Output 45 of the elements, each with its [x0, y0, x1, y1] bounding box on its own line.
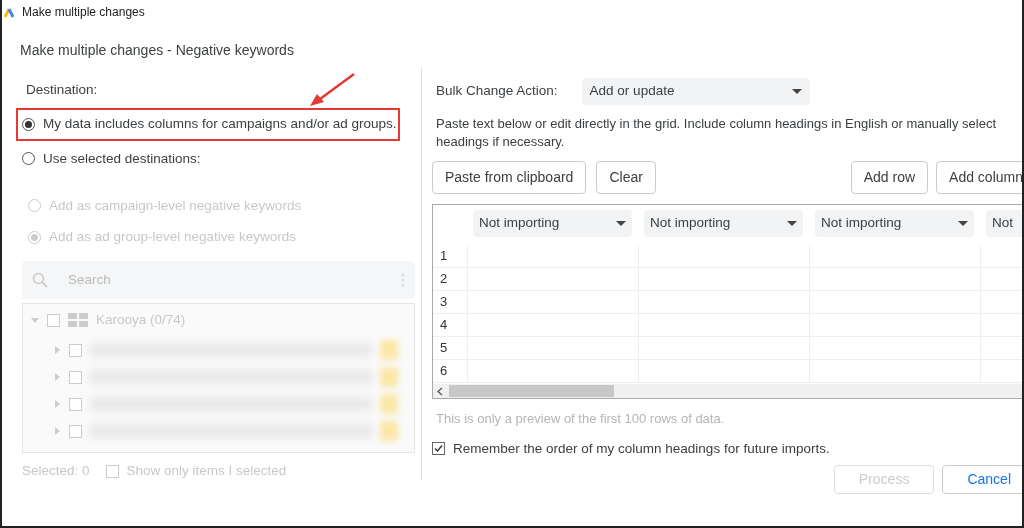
scroll-left-icon[interactable] — [437, 386, 443, 396]
preview-note: This is only a preview of the first 100 rows of data. — [436, 410, 726, 428]
row-number: 2 — [439, 270, 449, 289]
tree-toggle-icon[interactable] — [31, 316, 39, 325]
column-dropdown[interactable]: Not importing — [644, 210, 803, 237]
dialog-title: Make multiple changes - Negative keywords — [20, 42, 294, 58]
row-number: 6 — [439, 362, 449, 381]
cancel-link[interactable]: Cancel — [942, 464, 1022, 494]
column-dropdown[interactable]: Not — [986, 210, 1022, 237]
row-number: 5 — [439, 339, 449, 358]
tree-toggle-icon[interactable] — [53, 346, 61, 354]
search-icon — [32, 272, 48, 289]
toolbar-button[interactable]: Clear — [596, 161, 656, 194]
tree-toggle-icon[interactable] — [53, 400, 61, 408]
instructions-text: Paste text below or edit directly in the grid. Include column headings in English or manually select headings if necessary. — [436, 115, 998, 151]
checkbox-label: Remember the order of my column headings for future imports. — [453, 439, 830, 458]
field-label: Bulk Change Action: — [436, 82, 558, 101]
toolbar-button[interactable]: Add row — [850, 161, 929, 194]
horizontal-scrollbar[interactable] — [433, 384, 1022, 398]
dropdown[interactable]: Add or update — [581, 78, 810, 105]
checkbox[interactable] — [432, 442, 445, 456]
caret-icon — [616, 221, 626, 226]
search-field[interactable]: Search — [22, 261, 415, 300]
field-label: Destination: — [26, 82, 98, 97]
column-dropdown[interactable]: Not importing — [473, 210, 632, 237]
caret-icon — [791, 89, 802, 94]
window-title: Make multiple changes — [22, 3, 145, 21]
grid-icon — [68, 313, 88, 328]
blurred-marker — [380, 421, 398, 441]
tree-toggle-icon[interactable] — [53, 373, 61, 381]
blurred-marker — [380, 340, 398, 360]
blurred-marker — [380, 394, 398, 414]
row-number: 4 — [439, 316, 449, 335]
option-label: Use selected destinations: — [43, 149, 201, 168]
tree-toggle-icon[interactable] — [53, 427, 61, 435]
caret-icon — [787, 221, 797, 226]
search-input[interactable]: Search — [66, 269, 383, 292]
toolbar-button[interactable]: Paste from clipboard — [432, 161, 587, 194]
toolbar-button[interactable]: Add column — [936, 161, 1022, 194]
blurred-marker — [380, 367, 398, 387]
option-label: My data includes columns for campaigns and/or ad groups. — [43, 115, 397, 134]
caret-icon — [958, 221, 968, 226]
column-dropdown[interactable]: Not importing — [815, 210, 974, 237]
row-number: 1 — [439, 247, 449, 266]
row-number: 3 — [439, 293, 449, 312]
